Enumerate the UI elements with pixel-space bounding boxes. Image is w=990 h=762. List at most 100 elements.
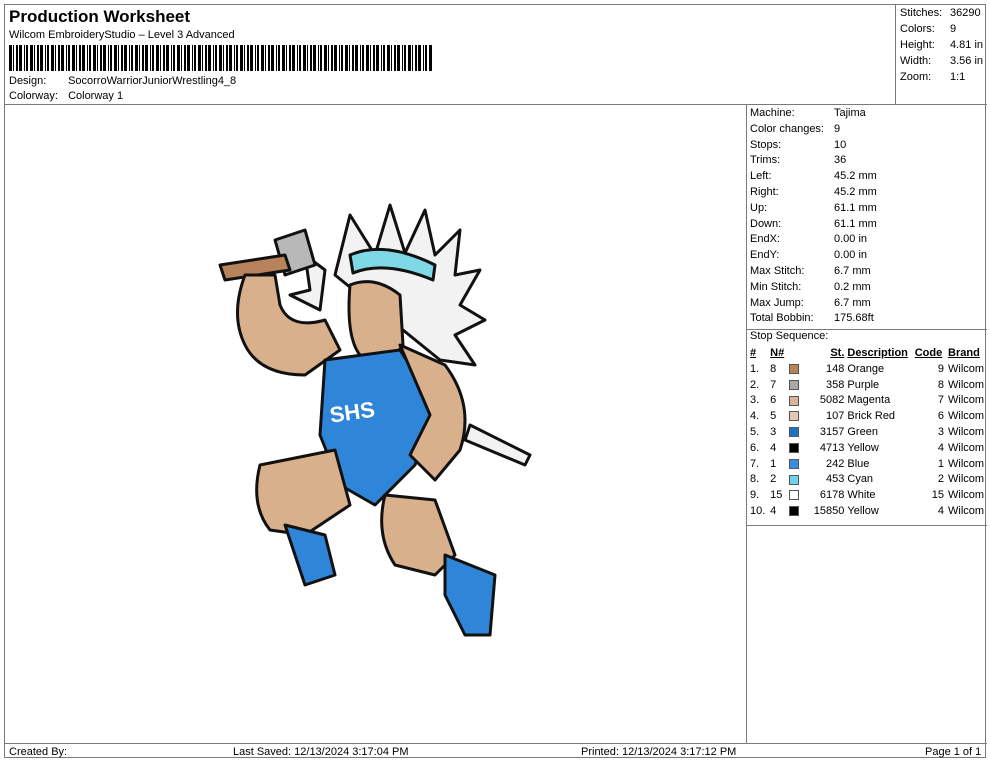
barcode-bar [229,45,232,71]
machine-stat-label: EndY: [750,249,780,262]
cell-idx: 6. [750,441,760,454]
cell-n: 1 [770,457,777,470]
barcode-bar [205,45,207,71]
machine-stat-label: Stops: [750,138,782,151]
barcode-bar [268,45,270,71]
colorway-label: Colorway: [9,90,58,102]
machine-stat-row: Left: 45.2 mm [750,170,877,182]
cell-code: 9 [937,362,945,375]
embroidery-design-image: SHS [218,203,532,637]
barcode-bar [313,45,316,71]
stat-row: Width: 3.56 in [900,55,983,67]
stat-value: 1:1 [950,71,966,83]
barcode-bar [66,45,67,71]
cell-n: 7 [770,378,777,391]
barcode-bar [108,45,109,71]
barcode-bar [100,45,102,71]
barcode-bar [30,45,33,71]
summary-stats: Stitches: 36290 Colors: 9 Height: 4.81 in W… [895,5,987,105]
machine-stat-value: 6.7 mm [834,265,871,277]
barcode-bar [142,45,144,71]
cell-code: 4 [937,505,945,518]
cell-st: 358 [826,378,845,391]
barcode-bar [89,45,91,71]
machine-stat-label: Max Jump: [750,296,804,309]
stat-label: Zoom: [900,71,932,83]
barcode-bar [404,45,406,71]
barcode-bar [255,45,256,71]
barcode-bar [366,45,369,71]
machine-stat-label: Total Bobbin: [750,312,814,325]
barcode-bar [278,45,280,71]
colorway-value: Colorway 1 [68,90,124,102]
barcode-bar [76,45,77,71]
barcode-bar [334,45,337,71]
cell-idx: 4. [750,410,760,423]
cell-idx: 1. [750,362,760,375]
barcode-bar [339,45,340,71]
barcode-bar [150,45,151,71]
barcode-bar [349,45,350,71]
stop-sequence-title: Stop Sequence: [750,330,829,342]
cell-st: 107 [826,410,845,423]
barcode-bar [289,45,291,71]
barcode-bar [286,45,287,71]
color-swatch [789,427,800,438]
cell-desc: Green [847,426,878,439]
barcode-bar [37,45,39,71]
machine-stat-row: EndY: 0.00 in [750,249,867,261]
barcode-bar [397,45,400,71]
cell-n: 5 [770,410,777,423]
barcode-bar [97,45,98,71]
machine-stat-value: 0.2 mm [834,280,871,293]
col-code: Code [914,347,943,359]
barcode-bar [257,45,259,71]
cell-idx: 5. [750,426,760,439]
color-swatch [789,363,800,374]
stat-row: Height: 4.81 in [900,39,983,51]
col-desc: Description [847,347,908,359]
barcode-bar [26,45,28,71]
cell-n: 15 [770,489,783,502]
barcode-bar [40,45,43,71]
cell-code: 3 [937,426,945,439]
barcode-bar [131,45,133,71]
barcode-bar [208,45,211,71]
machine-stat-value: 175.68ft [834,312,874,325]
barcode-bar [194,45,196,71]
worksheet-frame: Production Worksheet Wilcom EmbroiderySt… [4,4,987,758]
barcode-bar [139,45,140,71]
machine-stat-row: Trims: 36 [750,154,846,166]
cell-desc: Purple [847,378,880,391]
cell-idx: 3. [750,394,760,407]
cell-brand: Wilcom [948,441,985,454]
cell-st: 5082 [819,394,845,407]
color-swatch [789,395,800,406]
barcode-bar [58,45,60,71]
color-swatch-cell [787,361,806,377]
barcode-bar [299,45,301,71]
cell-idx: 8. [750,473,760,486]
barcode-bar [244,45,245,71]
machine-stat-value: 10 [834,138,847,151]
table-row: 5. 3 3157 Green 3 Wilcom [750,424,987,440]
cell-n: 6 [770,394,777,407]
barcode-bar [265,45,266,71]
stat-row: Colors: 9 [900,23,956,35]
barcode-bar [418,45,421,71]
barcode-bar [226,45,228,71]
barcode-bar [34,45,35,71]
machine-stat-label: Right: [750,186,779,198]
col-n: N# [770,347,785,359]
cell-desc: Magenta [847,394,891,407]
cell-brand: Wilcom [948,378,985,391]
color-swatch [789,458,800,469]
cell-desc: Yellow [847,505,879,518]
barcode-bar [355,45,358,71]
table-row: 6. 4 4713 Yellow 4 Wilcom [750,440,987,456]
cell-code: 4 [937,441,945,454]
printed-date: Printed: 12/13/2024 3:17:12 PM [581,746,737,758]
barcode-bar [408,45,411,71]
barcode-bar [247,45,249,71]
barcode-bar [72,45,75,71]
